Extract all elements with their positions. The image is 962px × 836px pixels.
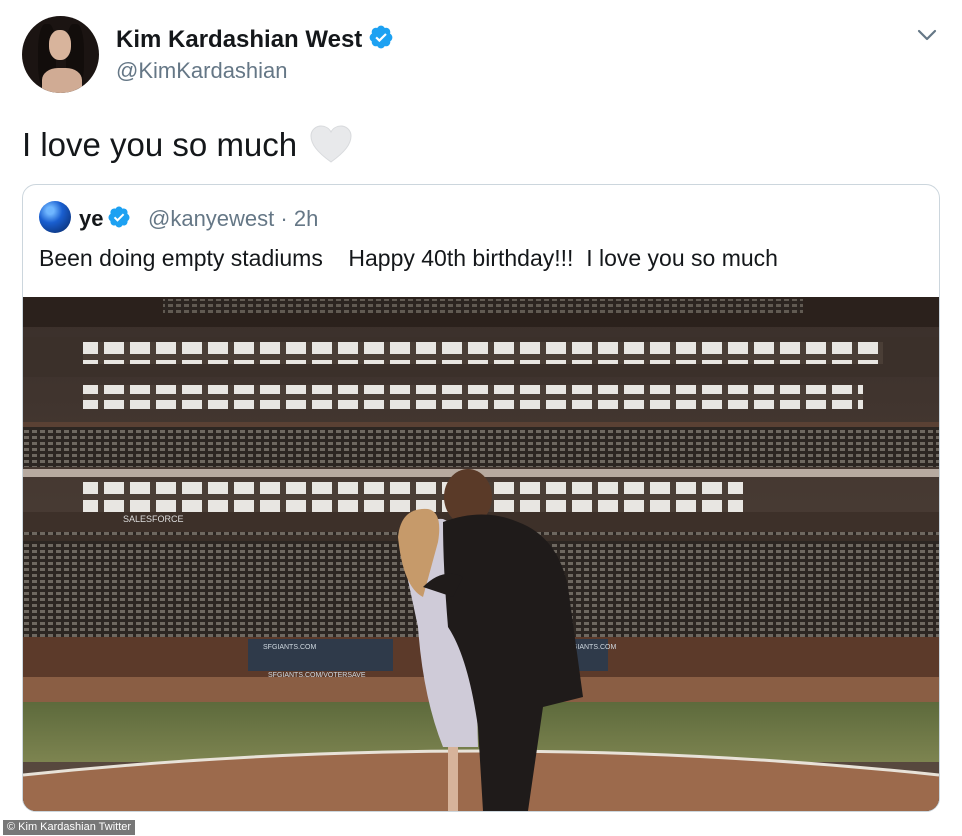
author-handle[interactable]: @KimKardashian bbox=[116, 58, 288, 84]
quoted-tweet-text: Been doing empty stadiums Happy 40th bir… bbox=[39, 245, 778, 271]
verified-badge-icon bbox=[368, 24, 394, 50]
chevron-down-icon[interactable] bbox=[916, 24, 938, 46]
quoted-author-name[interactable]: ye bbox=[79, 206, 103, 231]
quoted-tweet-card[interactable]: ye @kanyewest · 2h Been doing empty stad… bbox=[22, 184, 940, 812]
sign-sfgiants-1: SFGIANTS.COM bbox=[263, 644, 316, 651]
stadium-photo[interactable]: SALESFORCE SFGIANTS.COM SFGIANTS.COM SFG… bbox=[23, 297, 939, 811]
tweet-text-row: I love you so much bbox=[22, 124, 353, 164]
tweet-text: I love you so much bbox=[22, 126, 298, 163]
quoted-time: · 2h bbox=[280, 206, 319, 231]
verified-badge-icon bbox=[107, 205, 131, 229]
sign-salesforce: SALESFORCE bbox=[123, 514, 184, 524]
author-name-row[interactable]: Kim Kardashian West bbox=[116, 24, 394, 54]
white-heart-icon bbox=[309, 124, 353, 164]
photo-credit: © Kim Kardashian Twitter bbox=[3, 820, 136, 835]
quoted-handle-time[interactable]: @kanyewest · 2h bbox=[148, 206, 318, 232]
quoted-author-row[interactable]: ye bbox=[79, 205, 131, 232]
quoted-handle[interactable]: @kanyewest bbox=[148, 206, 274, 231]
avatar[interactable] bbox=[22, 16, 99, 93]
quoted-avatar[interactable] bbox=[39, 201, 71, 233]
author-name[interactable]: Kim Kardashian West bbox=[116, 26, 362, 53]
